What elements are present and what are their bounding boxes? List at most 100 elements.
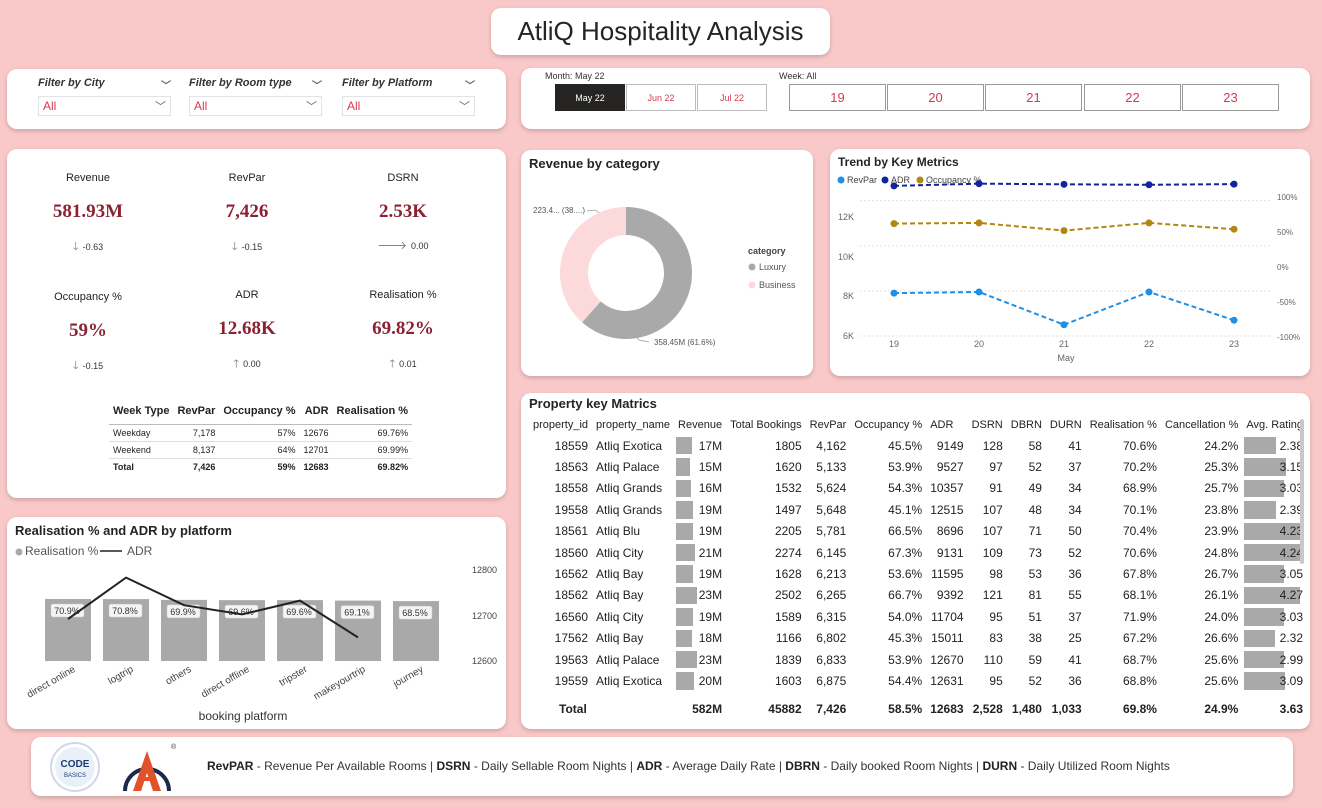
table-row[interactable]: 19559 Atliq Exotica 20M 1603 6,875 54.4% 12631… bbox=[529, 670, 1307, 691]
cell-text: 54.3% bbox=[888, 481, 923, 496]
table-row[interactable]: 16560 Atliq City 19M 1589 6,315 54.0% 11704 95 5… bbox=[529, 606, 1307, 627]
data-point-occupancy[interactable] bbox=[1230, 225, 1238, 233]
room-type-filter[interactable]: Filter by Room type ﹀ All ﹀ bbox=[189, 77, 322, 116]
cell-text: 52 bbox=[1028, 673, 1042, 688]
table-row[interactable]: 18560 Atliq City 21M 2274 6,145 67.3% 9131 109 7… bbox=[529, 542, 1307, 563]
table-row[interactable]: Weekend 8,137 64% 12701 69.99% bbox=[109, 441, 413, 459]
column-header[interactable]: property_name bbox=[592, 415, 674, 435]
data-point-occupancy[interactable] bbox=[1145, 219, 1153, 227]
cell-text: 1497 bbox=[774, 502, 802, 517]
chevron-down-icon[interactable]: ﹀ bbox=[465, 77, 475, 93]
data-point-occupancy[interactable] bbox=[890, 220, 898, 228]
data-point-revpar[interactable] bbox=[975, 288, 983, 296]
data-point-adr[interactable] bbox=[1230, 180, 1238, 188]
column-header[interactable]: Total Bookings bbox=[726, 415, 806, 435]
city-filter[interactable]: Filter by City ﹀ All ﹀ bbox=[38, 77, 171, 116]
data-point-revpar[interactable] bbox=[1145, 288, 1153, 296]
room-type-filter-dropdown[interactable]: All ﹀ bbox=[189, 96, 322, 116]
column-header[interactable]: Revenue bbox=[674, 415, 726, 435]
table-cell: Total bbox=[113, 462, 134, 473]
table-cell: 58 bbox=[1007, 435, 1046, 456]
week-button-22[interactable]: 22 bbox=[1084, 84, 1181, 111]
table-row[interactable]: 19558 Atliq Grands 19M 1497 5,648 45.1% 12515 1… bbox=[529, 499, 1307, 520]
table-row[interactable]: 18561 Atliq Blu 19M 2205 5,781 66.5% 8696 107 71… bbox=[529, 521, 1307, 542]
platform-filter-dropdown[interactable]: All ﹀ bbox=[342, 96, 475, 116]
data-point-adr[interactable] bbox=[1145, 181, 1153, 189]
table-total-row: Total 582M 45882 7,426 58.5% 12683 2,528 1,480 1… bbox=[529, 692, 1307, 726]
column-header[interactable]: property_id bbox=[529, 415, 592, 435]
column-header[interactable]: Week Type bbox=[109, 405, 174, 425]
series-line-revpar[interactable] bbox=[893, 290, 1235, 326]
data-point-occupancy[interactable] bbox=[975, 219, 983, 227]
table-cell: 23M bbox=[674, 585, 726, 606]
data-point-occupancy[interactable] bbox=[1060, 227, 1068, 235]
column-header[interactable]: Occupancy % bbox=[850, 415, 926, 435]
table-cell: 26.6% bbox=[1161, 628, 1242, 649]
chevron-down-icon[interactable]: ﹀ bbox=[161, 77, 171, 93]
table-cell: 18561 bbox=[529, 521, 592, 542]
column-header[interactable]: RevPar bbox=[806, 415, 851, 435]
week-button-20[interactable]: 20 bbox=[887, 84, 984, 111]
chevron-down-icon[interactable]: ﹀ bbox=[312, 77, 322, 93]
table-cell: Atliq City bbox=[592, 542, 674, 563]
legend-label-adr[interactable]: ADR bbox=[127, 544, 153, 558]
legend-label-luxury[interactable]: Luxury bbox=[759, 262, 787, 272]
legend-label-realisation[interactable]: Realisation % bbox=[25, 544, 99, 558]
table-row[interactable]: 17562 Atliq Bay 18M 1166 6,802 45.3% 15011 83 38… bbox=[529, 628, 1307, 649]
cell-text: 66.7% bbox=[888, 588, 923, 603]
cell-text: 4.27 bbox=[1279, 588, 1304, 603]
abbr-durn: DURN bbox=[982, 759, 1018, 773]
column-header[interactable]: Cancellation % bbox=[1161, 415, 1242, 435]
column-header[interactable]: DSRN bbox=[968, 415, 1007, 435]
month-button-may[interactable]: May 22 bbox=[555, 84, 625, 111]
city-filter-dropdown[interactable]: All ﹀ bbox=[38, 96, 171, 116]
column-header[interactable]: ADR bbox=[926, 415, 967, 435]
cell-text: 53 bbox=[1028, 567, 1042, 582]
month-button-jun[interactable]: Jun 22 bbox=[626, 84, 696, 111]
cell-text: 18562 bbox=[554, 588, 589, 603]
data-point-revpar[interactable] bbox=[890, 289, 898, 297]
table-row[interactable]: 19563 Atliq Palace 23M 1839 6,833 53.9% 12670 1… bbox=[529, 649, 1307, 670]
column-header[interactable]: Avg. Rating bbox=[1242, 415, 1307, 435]
week-button-19[interactable]: 19 bbox=[789, 84, 886, 111]
table-cell: 4.24 bbox=[1242, 542, 1307, 563]
column-header[interactable]: Realisation % bbox=[1086, 415, 1161, 435]
month-button-jul[interactable]: Jul 22 bbox=[697, 84, 767, 111]
vertical-scrollbar[interactable] bbox=[1300, 419, 1304, 564]
legend-label-revpar[interactable]: RevPar bbox=[847, 175, 877, 185]
platform-filter-label: Filter by Platform bbox=[342, 77, 433, 89]
data-point-revpar[interactable] bbox=[1060, 321, 1068, 329]
column-header[interactable]: Occupancy % bbox=[219, 405, 300, 425]
table-row[interactable]: 18563 Atliq Palace 15M 1620 5,133 53.9% 9527 97… bbox=[529, 456, 1307, 477]
column-header[interactable]: Realisation % bbox=[332, 405, 413, 425]
data-point-adr[interactable] bbox=[1060, 180, 1068, 188]
data-point-adr[interactable] bbox=[975, 180, 983, 188]
platform-filter[interactable]: Filter by Platform ﹀ All ﹀ bbox=[342, 77, 475, 116]
table-row[interactable]: 18562 Atliq Bay 23M 2502 6,265 66.7% 9392 121 81… bbox=[529, 585, 1307, 606]
cell-text: 68.8% bbox=[1122, 673, 1157, 688]
trend-svg: RevPar ADR Occupancy % 12K 10K 8K 6K 100… bbox=[837, 175, 1300, 363]
column-header[interactable]: ADR bbox=[299, 405, 333, 425]
data-point-revpar[interactable] bbox=[1230, 316, 1238, 324]
table-row[interactable]: 16562 Atliq Bay 19M 1628 6,213 53.6% 11595 98 53… bbox=[529, 563, 1307, 584]
table-cell: 73 bbox=[1007, 542, 1046, 563]
data-point-adr[interactable] bbox=[890, 182, 898, 190]
week-button-23[interactable]: 23 bbox=[1182, 84, 1279, 111]
donut-slice-business[interactable] bbox=[560, 207, 626, 323]
right-tick: -100% bbox=[1277, 333, 1300, 342]
x-tick: logtrip bbox=[106, 664, 135, 687]
cell-text: 6,833 bbox=[816, 652, 847, 667]
column-header[interactable]: DBRN bbox=[1007, 415, 1046, 435]
table-row[interactable]: 18559 Atliq Exotica 17M 1805 4,162 45.5% 9149 1… bbox=[529, 435, 1307, 456]
column-header[interactable]: RevPar bbox=[173, 405, 220, 425]
cell-text: 20M bbox=[698, 673, 723, 688]
table-cell: 6,875 bbox=[806, 670, 851, 691]
desc-durn: - Daily Utilized Room Nights bbox=[1017, 759, 1170, 773]
week-button-21[interactable]: 21 bbox=[985, 84, 1082, 111]
legend-label-business[interactable]: Business bbox=[759, 280, 796, 290]
column-header[interactable]: DURN bbox=[1046, 415, 1086, 435]
slice-leader-luxury bbox=[636, 337, 650, 343]
table-row[interactable]: Weekday 7,178 57% 12676 69.76% bbox=[109, 424, 413, 442]
table-row[interactable]: 18558 Atliq Grands 16M 1532 5,624 54.3% 10357 9… bbox=[529, 478, 1307, 499]
table-cell: 1166 bbox=[726, 628, 806, 649]
